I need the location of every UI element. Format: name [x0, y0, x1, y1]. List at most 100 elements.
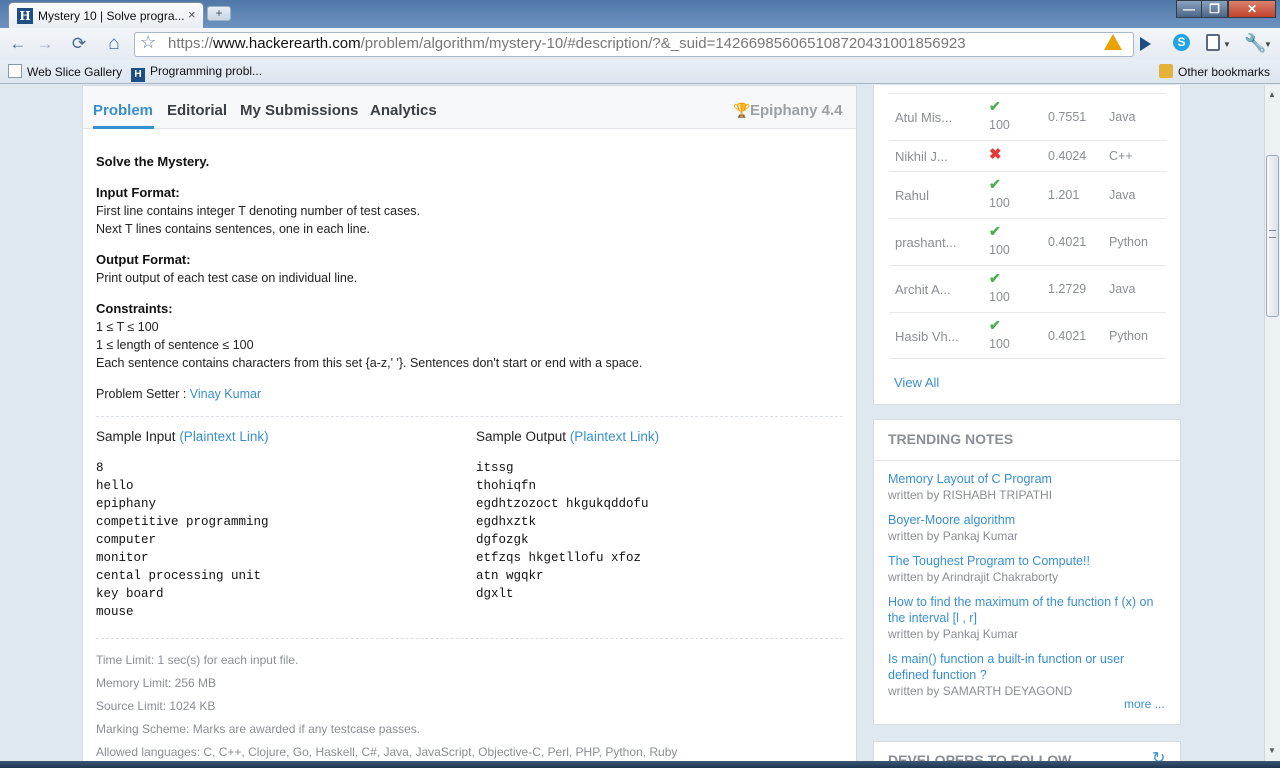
submission-user[interactable]: Hasib Vh... — [895, 329, 959, 344]
note-link[interactable]: Is main() function a built-in function o… — [888, 651, 1168, 683]
input-format-line: Next T lines contains sentences, one in … — [96, 222, 371, 236]
tab-my-submissions[interactable]: My Submissions — [240, 102, 358, 119]
maximize-button[interactable]: ❐ — [1201, 0, 1228, 18]
problem-title: Solve the Mystery. — [96, 154, 210, 169]
wrench-menu-caret-icon[interactable]: ▼ — [1264, 40, 1272, 49]
table-row[interactable]: Rahul ✔ 100 1.201 Java — [889, 171, 1166, 218]
bookmark-programming-problems[interactable]: H Programming probl... — [131, 64, 262, 82]
reload-icon[interactable]: ⟳ — [67, 33, 91, 55]
sample-input-heading: Sample Input (Plaintext Link) — [96, 429, 269, 444]
submission-language: Python — [1109, 235, 1148, 249]
developers-heading: DEVELOPERS TO FOLLOW — [888, 752, 1072, 761]
more-notes-link[interactable]: more ... — [1124, 697, 1165, 711]
sample-output-heading: Sample Output (Plaintext Link) — [476, 429, 659, 444]
url-host: www.hackerearth.com — [213, 35, 361, 52]
note-author-link[interactable]: Arindrajit Chakraborty — [942, 570, 1058, 584]
scroll-down-arrow-icon[interactable]: ▼ — [1268, 746, 1276, 755]
submission-user[interactable]: Rahul — [895, 188, 929, 203]
sample-input-block: 8 hello epiphany competitive programming… — [96, 461, 269, 619]
submission-time: 0.7551 — [1048, 110, 1087, 124]
submission-user[interactable]: Atul Mis... — [895, 110, 952, 125]
section-divider — [874, 460, 1180, 461]
note-link[interactable]: The Toughest Program to Compute!! — [888, 553, 1168, 569]
submission-language: C++ — [1109, 149, 1133, 163]
submission-time: 0.4024 — [1048, 149, 1087, 163]
page-menu-caret-icon[interactable]: ▼ — [1223, 40, 1231, 49]
note-author-link[interactable]: Pankaj Kumar — [943, 627, 1018, 641]
note-author-link[interactable]: RISHABH TRIPATHI — [943, 488, 1052, 502]
minimize-button[interactable]: — — [1176, 0, 1202, 18]
note-link[interactable]: Boyer-Moore algorithm — [888, 512, 1168, 528]
other-bookmarks[interactable]: Other bookmarks — [1159, 64, 1270, 79]
table-row[interactable]: Nikhil J... ✖ 0.4024 C++ — [889, 140, 1166, 171]
submission-user[interactable]: prashant... — [895, 235, 956, 250]
note-author-link[interactable]: SAMARTH DEYAGOND — [943, 684, 1073, 698]
play-extension-icon[interactable] — [1140, 37, 1151, 51]
tab-problem[interactable]: Problem — [93, 102, 153, 119]
sample-input-label: Sample Input — [96, 429, 180, 444]
skype-icon[interactable]: S — [1173, 34, 1190, 51]
view-all-link[interactable]: View All — [894, 375, 939, 390]
marking-scheme: Marking Scheme: Marks are awarded if any… — [96, 722, 421, 736]
tab-close-icon[interactable]: × — [188, 7, 196, 22]
table-row[interactable]: Archit A... ✔ 100 1.2729 Java — [889, 265, 1166, 312]
bookmark-web-slice-gallery[interactable]: Web Slice Gallery — [8, 64, 122, 79]
sample-output-plaintext-link[interactable]: (Plaintext Link) — [570, 429, 659, 444]
memory-limit: Memory Limit: 256 MB — [96, 676, 217, 690]
table-row[interactable]: Atul Mis... ✔ 100 0.7551 Java — [889, 93, 1166, 140]
submission-time: 0.4021 — [1048, 329, 1087, 343]
check-icon: ✔ — [989, 270, 1001, 286]
sample-input-plaintext-link[interactable]: (Plaintext Link) — [179, 429, 268, 444]
written-by-label: written by — [888, 488, 943, 502]
note-author-link[interactable]: Pankaj Kumar — [943, 529, 1018, 543]
close-window-button[interactable]: ✕ — [1228, 0, 1276, 18]
page-viewport: Problem Editorial My Submissions Analyti… — [0, 85, 1264, 761]
constraint-line: 1 ≤ length of sentence ≤ 100 — [96, 338, 254, 352]
submission-score: 100 — [989, 196, 1010, 210]
note-link[interactable]: Memory Layout of C Program — [888, 471, 1168, 487]
bookmarks-bar: Web Slice Gallery H Programming probl... … — [0, 60, 1280, 84]
setter-link[interactable]: Vinay Kumar — [190, 387, 261, 401]
scroll-up-arrow-icon[interactable]: ▲ — [1268, 90, 1276, 99]
written-by-label: written by — [888, 627, 943, 641]
bookmark-label: Web Slice Gallery — [27, 65, 123, 79]
folder-icon — [1159, 64, 1173, 78]
note-byline: written by Pankaj Kumar — [888, 627, 1018, 641]
problem-panel: Problem Editorial My Submissions Analyti… — [82, 85, 857, 761]
submission-score: 100 — [989, 290, 1010, 304]
tab-editorial[interactable]: Editorial — [167, 102, 227, 119]
browser-tab[interactable]: H Mystery 10 | Solve progra... × — [8, 2, 204, 29]
note-link[interactable]: How to find the maximum of the function … — [888, 594, 1168, 626]
sample-output-label: Sample Output — [476, 429, 570, 444]
table-row[interactable]: prashant... ✔ 100 0.4021 Python — [889, 218, 1166, 265]
problem-tab-bar: Problem Editorial My Submissions Analyti… — [83, 86, 856, 129]
submission-time: 1.2729 — [1048, 282, 1087, 296]
submission-language: Java — [1109, 282, 1136, 296]
contest-name[interactable]: Epiphany 4.4 — [750, 102, 843, 119]
submission-user[interactable]: Archit A... — [895, 282, 951, 297]
tab-analytics[interactable]: Analytics — [370, 102, 437, 119]
page-menu-icon[interactable] — [1206, 34, 1220, 51]
written-by-label: written by — [888, 570, 943, 584]
new-tab-button[interactable]: + — [207, 6, 231, 21]
refresh-icon[interactable]: ↻ — [1152, 748, 1165, 761]
input-format-line: First line contains integer T denoting n… — [96, 204, 421, 218]
os-taskbar — [0, 761, 1280, 768]
check-icon: ✔ — [989, 98, 1001, 114]
address-url[interactable]: https://www.hackerearth.com/problem/algo… — [168, 35, 966, 52]
home-icon[interactable]: ⌂ — [102, 33, 126, 55]
warning-icon[interactable] — [1104, 34, 1122, 50]
forward-arrow-icon[interactable]: → — [33, 33, 57, 55]
submission-score: 100 — [989, 243, 1010, 257]
constraint-line: 1 ≤ T ≤ 100 — [96, 320, 159, 334]
submission-user[interactable]: Nikhil J... — [895, 149, 948, 164]
back-arrow-icon[interactable]: ← — [6, 33, 30, 55]
active-tab-underline — [93, 126, 154, 129]
table-row[interactable]: Hasib Vh... ✔ 100 0.4021 Python — [889, 312, 1166, 359]
scrollbar-grip-icon — [1269, 230, 1276, 238]
url-scheme: https:// — [168, 35, 214, 52]
bookmark-star-icon[interactable]: ☆ — [140, 32, 156, 53]
submission-language: Java — [1109, 110, 1136, 124]
section-divider — [96, 416, 843, 417]
other-bookmarks-label: Other bookmarks — [1178, 65, 1271, 79]
